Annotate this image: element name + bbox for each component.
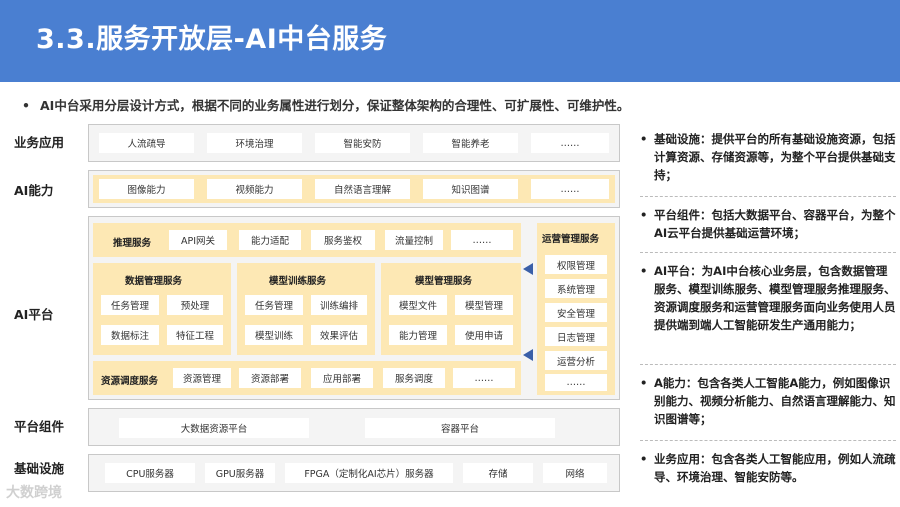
data-mgmt-item: 数据标注 <box>101 325 159 345</box>
model-mgmt-item: 模型管理 <box>455 295 513 315</box>
data-mgmt-label: 数据管理服务 <box>125 276 183 287</box>
model-mgmt-item: 使用申请 <box>455 325 513 345</box>
model-train-item: 效果评估 <box>311 325 367 345</box>
model-mgmt-label: 模型管理服务 <box>415 276 473 287</box>
resource-sched-item: …… <box>453 368 515 388</box>
bullet-text: 基础设施：提供平台的所有基础设施资源，包括计算资源、存储资源等，为整个平台提供基… <box>654 132 896 182</box>
inference-item: 流量控制 <box>385 230 443 250</box>
resource-sched-item: 资源管理 <box>173 368 231 388</box>
ops-item: 日志管理 <box>545 327 607 346</box>
inference-item: …… <box>451 230 513 250</box>
business-app-panel: 人流疏导 环境治理 智能安防 智能养老 …… <box>88 124 620 162</box>
data-mgmt-item: 任务管理 <box>101 295 159 315</box>
bullet-business-app: • 业务应用：包含各类人工智能应用，例如人流疏导、环境治理、智能安防等。 <box>640 450 898 486</box>
bullet-text: A能力：包含各类人工智能A能力，例如图像识别能力、视频分析能力、自然语言理解能力… <box>654 376 896 426</box>
model-train-item: 训练编排 <box>311 295 367 315</box>
inference-item: 能力适配 <box>239 230 301 250</box>
ai-capability-item: 自然语言理解 <box>315 179 410 199</box>
bullet-ai-platform: • AI平台：为AI中台核心业务层，包含数据管理服务、模型训练服务、模型管理服务… <box>640 262 898 334</box>
layer-label-ai-capability: AI能力 <box>14 183 54 198</box>
ai-capability-item: 图像能力 <box>99 179 194 199</box>
ai-capability-panel: 图像能力 视频能力 自然语言理解 知识图谱 …… <box>88 170 620 208</box>
data-mgmt-item: 预处理 <box>167 295 223 315</box>
data-mgmt-item: 特征工程 <box>167 325 223 345</box>
model-mgmt-item: 能力管理 <box>389 325 447 345</box>
infrastructure-item: GPU服务器 <box>205 463 275 483</box>
layer-label-ai-platform: AI平台 <box>14 307 54 322</box>
inference-label: 推理服务 <box>113 238 152 249</box>
layer-label-platform-components: 平台组件 <box>14 419 65 434</box>
page-title: 3.3.服务开放层-AI中台服务 <box>36 24 388 55</box>
bullet-divider <box>640 440 896 441</box>
ai-capability-item: …… <box>531 179 609 199</box>
platform-component-item: 容器平台 <box>365 418 555 438</box>
arrow-left-icon <box>523 263 533 275</box>
intro-bullet: • <box>22 98 30 113</box>
bullet-infrastructure: • 基础设施：提供平台的所有基础设施资源，包括计算资源、存储资源等，为整个平台提… <box>640 130 898 184</box>
ai-capability-item: 视频能力 <box>207 179 302 199</box>
layer-label-infrastructure: 基础设施 <box>14 461 65 476</box>
ai-capability-item: 知识图谱 <box>423 179 518 199</box>
ops-item: 系统管理 <box>545 279 607 298</box>
bullet-dot: • <box>640 376 648 390</box>
bullet-dot: • <box>640 264 648 278</box>
resource-sched-item: 资源部署 <box>239 368 301 388</box>
model-train-label: 模型训练服务 <box>269 276 327 287</box>
ops-item: 运营分析 <box>545 351 607 370</box>
bullet-divider <box>640 196 896 197</box>
header-bar: 3.3.服务开放层-AI中台服务 <box>0 0 900 82</box>
infrastructure-item: FPGA（定制化AI芯片）服务器 <box>285 463 453 483</box>
ai-platform-panel: 推理服务 API网关 能力适配 服务鉴权 流量控制 …… 数据管理服务 任务管理… <box>88 216 620 400</box>
intro-sentence: AI中台采用分层设计方式，根据不同的业务属性进行划分，保证整体架构的合理性、可扩… <box>40 98 630 113</box>
business-app-item: …… <box>531 133 609 153</box>
model-mgmt-item: 模型文件 <box>389 295 447 315</box>
model-train-item: 任务管理 <box>245 295 303 315</box>
inference-item: 服务鉴权 <box>311 230 375 250</box>
business-app-item: 人流疏导 <box>99 133 194 153</box>
platform-component-item: 大数据资源平台 <box>119 418 309 438</box>
model-train-item: 模型训练 <box>245 325 303 345</box>
platform-components-panel: 大数据资源平台 容器平台 <box>88 408 620 446</box>
infrastructure-item: 存储 <box>463 463 533 483</box>
ops-item: 安全管理 <box>545 303 607 322</box>
infrastructure-panel: CPU服务器 GPU服务器 FPGA（定制化AI芯片）服务器 存储 网络 <box>88 454 620 492</box>
layer-label-business-app: 业务应用 <box>14 135 65 150</box>
resource-sched-item: 应用部署 <box>311 368 373 388</box>
bullet-dot: • <box>640 208 648 222</box>
inference-item: API网关 <box>169 230 227 250</box>
bullet-divider <box>640 364 896 365</box>
bullet-dot: • <box>640 452 648 466</box>
bullet-text: 业务应用：包含各类人工智能应用，例如人流疏导、环境治理、智能安防等。 <box>654 452 896 484</box>
arrow-left-icon <box>523 349 533 361</box>
resource-sched-label: 资源调度服务 <box>101 376 159 387</box>
bullet-ai-capability: • A能力：包含各类人工智能A能力，例如图像识别能力、视频分析能力、自然语言理解… <box>640 374 898 428</box>
intro-text: • AI中台采用分层设计方式，根据不同的业务属性进行划分，保证整体架构的合理性、可… <box>22 95 629 114</box>
resource-sched-item: 服务调度 <box>383 368 445 388</box>
business-app-item: 环境治理 <box>207 133 302 153</box>
ops-item: …… <box>545 374 607 391</box>
infrastructure-item: 网络 <box>543 463 607 483</box>
infrastructure-item: CPU服务器 <box>105 463 195 483</box>
bullet-platform-components: • 平台组件：包括大数据平台、容器平台，为整个AI云平台提供基础运营环境； <box>640 206 898 242</box>
business-app-item: 智能安防 <box>315 133 410 153</box>
watermark: 大数跨境 <box>6 485 62 501</box>
bullet-text: AI平台：为AI中台核心业务层，包含数据管理服务、模型训练服务、模型管理服务推理… <box>654 264 896 332</box>
bullet-divider <box>640 252 896 253</box>
business-app-item: 智能养老 <box>423 133 518 153</box>
bullet-dot: • <box>640 132 648 146</box>
ops-label: 运营管理服务 <box>542 234 600 245</box>
bullet-text: 平台组件：包括大数据平台、容器平台，为整个AI云平台提供基础运营环境； <box>654 208 896 240</box>
ops-item: 权限管理 <box>545 255 607 274</box>
